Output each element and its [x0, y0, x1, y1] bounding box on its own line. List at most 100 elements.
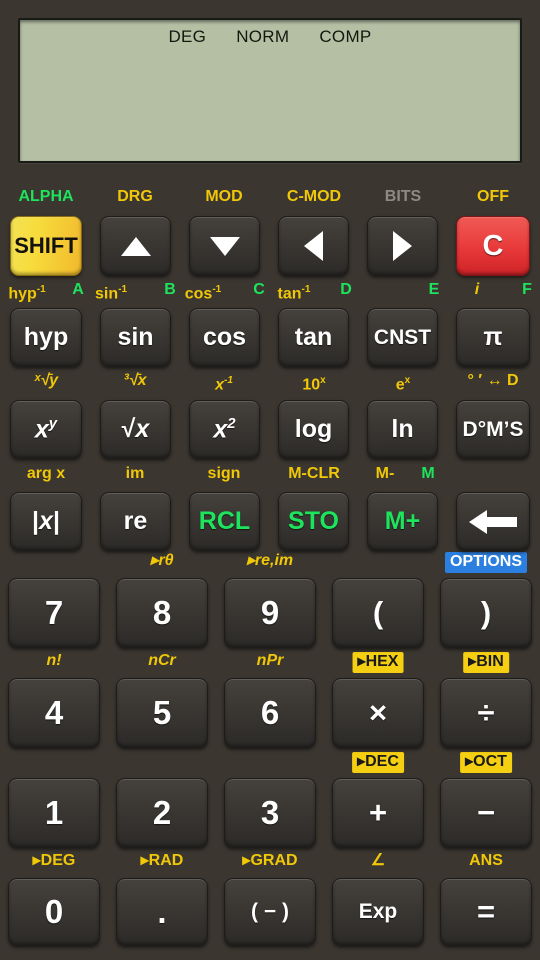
- cnst-key[interactable]: CNST: [367, 308, 438, 367]
- key-caption: i: [474, 281, 480, 298]
- key-caption: F: [522, 281, 532, 298]
- key-label: log: [294, 415, 333, 443]
- key-label: .: [157, 893, 167, 930]
- digit-2-key[interactable]: 2: [116, 778, 208, 848]
- digit-6-key[interactable]: 6: [224, 678, 316, 748]
- power-xy-key[interactable]: xy: [10, 400, 82, 459]
- key-label: (: [372, 595, 384, 630]
- key-label: cos: [202, 323, 247, 351]
- key-label: 3: [260, 794, 280, 831]
- key-caption: nPr: [256, 652, 284, 669]
- arrow-right-icon: [393, 231, 412, 261]
- key-caption: ANS: [469, 852, 503, 869]
- sin-key[interactable]: sin: [100, 308, 171, 367]
- negate-key[interactable]: ( − ): [224, 878, 316, 946]
- key-label: hyp: [23, 323, 69, 351]
- key-caption: M-CLR: [288, 465, 340, 482]
- sqrt-key[interactable]: √x: [100, 400, 171, 459]
- digit-5-key[interactable]: 5: [116, 678, 208, 748]
- status-calc-mode: COMP: [319, 27, 372, 46]
- equals-key[interactable]: =: [440, 878, 532, 946]
- divide-key[interactable]: ÷: [440, 678, 532, 748]
- arrow-down-icon: [209, 236, 240, 256]
- cos-key[interactable]: cos: [189, 308, 260, 367]
- key-caption: B: [164, 281, 176, 298]
- key-caption: ° ′ ↔ D: [467, 372, 519, 389]
- key-caption: ▸OCT: [460, 752, 512, 773]
- key-caption: nCr: [148, 652, 176, 669]
- key-label: √x: [121, 415, 150, 443]
- re-key[interactable]: re: [100, 492, 171, 551]
- arrow-left-key[interactable]: [278, 216, 349, 276]
- clear-key[interactable]: C: [456, 216, 530, 276]
- minus-key[interactable]: −: [440, 778, 532, 848]
- key-label: 1: [44, 794, 64, 831]
- key-label: STO: [288, 507, 339, 535]
- key-label: tan: [294, 323, 333, 351]
- digit-8-key[interactable]: 8: [116, 578, 208, 648]
- key-label: |x|: [32, 507, 60, 535]
- rcl-key[interactable]: RCL: [189, 492, 260, 551]
- digit-4-key[interactable]: 4: [8, 678, 100, 748]
- key-label: 0: [44, 893, 64, 930]
- key-label: SHIFT: [14, 233, 78, 258]
- shift-key[interactable]: SHIFT: [10, 216, 82, 276]
- key-caption: ▸DEG: [32, 852, 76, 869]
- backspace-key[interactable]: [456, 492, 530, 551]
- arrow-right-key[interactable]: [367, 216, 438, 276]
- key-label: 9: [260, 594, 280, 631]
- key-label: xy: [34, 414, 58, 444]
- key-label: +: [368, 795, 388, 830]
- hyp-key[interactable]: hyp: [10, 308, 82, 367]
- key-label: 4: [44, 694, 64, 731]
- key-caption: MOD: [205, 188, 243, 205]
- arrow-up-key[interactable]: [100, 216, 171, 276]
- digit-7-key[interactable]: 7: [8, 578, 100, 648]
- key-caption: ∠: [370, 852, 386, 869]
- plus-key[interactable]: +: [332, 778, 424, 848]
- key-caption: ▸re,im: [246, 552, 294, 569]
- key-caption: C-MOD: [286, 188, 342, 205]
- paren-close-key[interactable]: ): [440, 578, 532, 648]
- ln-key[interactable]: ln: [367, 400, 438, 459]
- key-caption: ³√̄x: [123, 372, 147, 389]
- key-caption: tan-1: [277, 284, 311, 303]
- dms-key[interactable]: D°M’S: [456, 400, 530, 459]
- key-label: M+: [384, 507, 421, 535]
- multiply-key[interactable]: ×: [332, 678, 424, 748]
- key-caption: cos-1: [184, 284, 222, 303]
- digit-0-key[interactable]: 0: [8, 878, 100, 946]
- digit-3-key[interactable]: 3: [224, 778, 316, 848]
- calculator-app: DEG NORM COMP ALPHA DRG MOD C-MOD BITS OFF SHI…: [0, 0, 540, 960]
- digit-9-key[interactable]: 9: [224, 578, 316, 648]
- tan-key[interactable]: tan: [278, 308, 349, 367]
- key-label: ×: [368, 695, 388, 730]
- key-caption: OPTIONS: [444, 552, 528, 573]
- status-angle-mode: DEG: [168, 27, 207, 46]
- key-caption: ▸HEX: [352, 652, 404, 673]
- arrow-down-key[interactable]: [189, 216, 260, 276]
- key-label: sin: [117, 323, 154, 351]
- square-key[interactable]: x2: [189, 400, 260, 459]
- arrow-left-icon: [304, 231, 323, 261]
- key-caption: x-1: [215, 375, 233, 394]
- key-label: 5: [152, 694, 172, 731]
- digit-1-key[interactable]: 1: [8, 778, 100, 848]
- key-caption: sin-1: [94, 284, 128, 303]
- key-label: ln: [391, 415, 414, 443]
- key-caption: ALPHA: [18, 188, 74, 205]
- key-label: ( − ): [251, 900, 289, 923]
- key-caption: ex: [395, 375, 411, 394]
- exp-key[interactable]: Exp: [332, 878, 424, 946]
- mplus-key[interactable]: M+: [367, 492, 438, 551]
- decimal-point-key[interactable]: .: [116, 878, 208, 946]
- paren-open-key[interactable]: (: [332, 578, 424, 648]
- sto-key[interactable]: STO: [278, 492, 349, 551]
- backspace-arrow-icon: [469, 509, 517, 534]
- pi-key[interactable]: π: [456, 308, 530, 367]
- abs-key[interactable]: |x|: [10, 492, 82, 551]
- key-caption: ▸DEC: [352, 752, 404, 773]
- key-label: ÷: [477, 695, 495, 730]
- key-label: 2: [152, 794, 172, 831]
- log-key[interactable]: log: [278, 400, 349, 459]
